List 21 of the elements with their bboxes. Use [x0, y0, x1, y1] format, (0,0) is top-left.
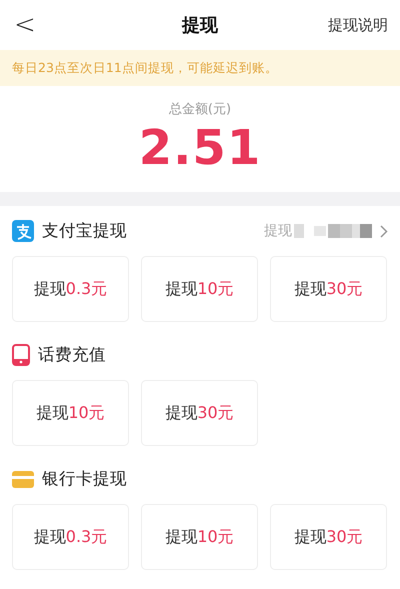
withdraw-option[interactable]: 提现0.3元 — [12, 504, 129, 570]
section-title: 支付宝提现 — [42, 220, 128, 242]
withdraw-option[interactable]: 提现10元 — [141, 504, 258, 570]
total-amount: 2.51 — [138, 120, 262, 176]
page-title: 提现 — [182, 14, 218, 37]
help-link[interactable]: 提现说明 — [328, 16, 388, 34]
chevron-right-icon[interactable] — [380, 224, 388, 238]
notice-banner: 每日23点至次日11点间提现，可能延迟到账。 — [0, 50, 400, 86]
withdraw-option[interactable]: 提现30元 — [141, 380, 258, 446]
withdraw-option[interactable]: 提现0.3元 — [12, 256, 129, 322]
withdraw-option[interactable]: 提现30元 — [270, 256, 387, 322]
back-button[interactable]: < — [14, 10, 36, 40]
total-label: 总金额(元) — [168, 101, 232, 118]
withdraw-option[interactable]: 提现30元 — [270, 504, 387, 570]
bank-card-icon — [12, 470, 34, 488]
withdraw-option[interactable]: 提现10元 — [12, 380, 129, 446]
withdraw-option[interactable]: 提现10元 — [141, 256, 258, 322]
phone-icon — [12, 344, 30, 366]
section-title: 话费充值 — [38, 344, 107, 366]
section-title: 银行卡提现 — [42, 468, 128, 490]
alipay-icon — [12, 220, 34, 242]
